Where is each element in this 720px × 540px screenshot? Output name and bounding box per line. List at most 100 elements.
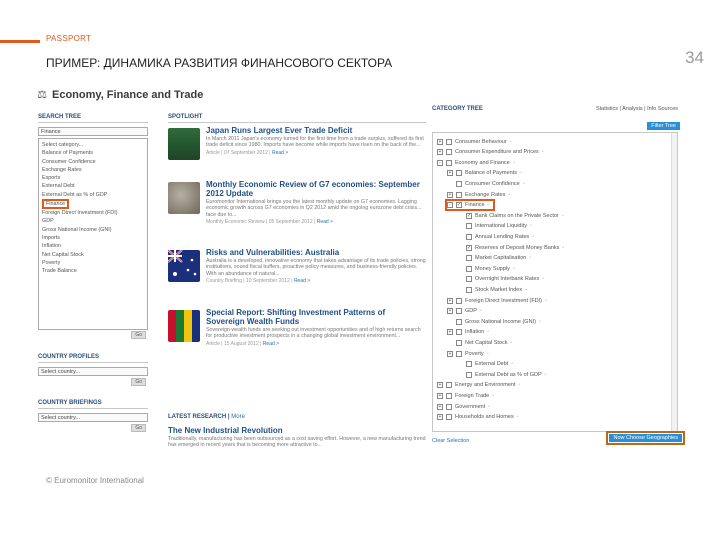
dropdown-option[interactable]: Inflation [42,242,144,250]
expand-icon[interactable]: + [447,350,453,357]
info-icon[interactable]: ▫ [530,223,532,229]
tree-checkbox[interactable] [446,392,452,399]
dropdown-option[interactable]: Consumer Confidence [42,158,144,166]
tree-checkbox[interactable] [466,371,472,378]
tree-checkbox[interactable] [466,276,472,283]
tree-checkbox[interactable] [456,308,462,315]
tree-row[interactable]: + Households and Homes ▫ [437,413,518,422]
search-go-button[interactable]: Go [131,331,146,339]
tree-checkbox[interactable] [456,191,462,198]
dropdown-option[interactable]: Balance of Payments [42,149,144,157]
tree-row[interactable]: International Liquidity ▫ [457,222,532,231]
tree-row[interactable]: Stock Market Index ▫ [457,285,527,294]
read-link[interactable]: Read > [272,150,288,156]
tree-checkbox[interactable] [446,138,452,145]
tree-row[interactable]: ✓ Bank Claims on the Private Sector ▫ [457,211,564,220]
article-title[interactable]: Risks and Vulnerabilities: Australia [206,248,426,257]
info-icon[interactable]: ▫ [513,266,515,272]
article-title[interactable]: Japan Runs Largest Ever Trade Deficit [206,126,426,135]
tree-checkbox[interactable] [466,223,472,230]
info-icon[interactable]: ▫ [480,308,482,314]
info-icon[interactable]: ▫ [513,160,515,166]
expand-icon[interactable]: + [437,403,443,410]
view-links[interactable]: Statistics | Analysis | Info Sources [596,106,678,112]
tree-row[interactable]: + Government ▫ [437,402,490,411]
tree-scrollbar[interactable] [671,133,677,431]
tree-checkbox[interactable] [466,265,472,272]
tree-row[interactable]: External Debt ▫ [457,360,513,369]
dropdown-option[interactable]: Foreign Direct Investment (FDI) [42,209,144,217]
tree-checkbox[interactable] [456,329,462,336]
expand-icon[interactable]: + [447,308,453,315]
info-icon[interactable]: ▫ [519,382,521,388]
search-tree-dropdown[interactable]: Select category... Balance of Payments Con… [38,138,148,330]
info-icon[interactable]: ▫ [488,404,490,410]
dropdown-option[interactable]: Exports [42,174,144,182]
info-icon[interactable]: ▫ [545,298,547,304]
tree-row[interactable]: + GDP ▫ [447,307,482,316]
expand-icon[interactable]: + [437,149,443,156]
collapse-icon[interactable]: - [437,159,443,166]
tree-row[interactable]: + Consumer Behaviour ▫ [437,137,511,146]
tree-checkbox[interactable] [446,159,452,166]
info-icon[interactable]: ▫ [511,361,513,367]
tree-row[interactable]: ✓ Reserves of Deposit Money Banks ▫ [457,243,564,252]
info-icon[interactable]: ▫ [542,149,544,155]
tree-checkbox[interactable] [466,361,472,368]
tree-row[interactable]: + Inflation ▫ [447,328,489,337]
tree-row[interactable]: Net Capital Stock ▫ [447,338,512,347]
tree-row[interactable]: + Consumer Expenditure and Prices ▫ [437,148,544,157]
tree-row[interactable]: External Debt as % of GDP ▫ [457,370,546,379]
country-profiles-select[interactable]: Select country... [38,367,148,376]
dropdown-option[interactable]: GDP [42,217,144,225]
info-icon[interactable]: ▫ [508,192,510,198]
info-icon[interactable]: ▫ [525,287,527,293]
tree-checkbox[interactable] [466,255,472,262]
expand-icon[interactable]: + [437,382,443,389]
search-tree-select[interactable]: Finance [38,127,148,136]
tree-checkbox[interactable] [456,318,462,325]
dropdown-option[interactable]: Imports [42,234,144,242]
article-title[interactable]: Special Report: Shifting Investment Patt… [206,308,426,326]
article-title[interactable]: Monthly Economic Review of G7 economies:… [206,180,426,198]
info-icon[interactable]: ▫ [542,276,544,282]
info-icon[interactable]: ▫ [562,245,564,251]
info-icon[interactable]: ▫ [545,372,547,378]
tree-checkbox[interactable] [466,233,472,240]
expand-icon[interactable]: + [447,170,453,177]
tree-row[interactable]: - Economy and Finance ▫ [437,158,515,167]
tree-row[interactable]: Overnight Interbank Rates ▫ [457,275,544,284]
tree-checkbox[interactable] [456,297,462,304]
info-icon[interactable]: ▫ [523,181,525,187]
spotlight-article[interactable]: Risks and Vulnerabilities: Australia Aus… [167,248,426,302]
tree-checkbox[interactable] [466,286,472,293]
tree-checkbox[interactable] [446,382,452,389]
tree-checkbox[interactable] [456,339,462,346]
tree-checkbox[interactable]: ✓ [466,212,472,219]
info-icon[interactable]: ▫ [532,234,534,240]
info-icon[interactable]: ▫ [492,393,494,399]
tree-checkbox[interactable] [446,403,452,410]
dropdown-option[interactable]: Finance [42,199,70,210]
choose-geographies-button[interactable]: Now Choose Geographies [606,431,685,445]
read-link[interactable]: Read > [294,278,310,284]
tree-checkbox[interactable] [446,149,452,156]
filter-tree-button[interactable]: Filter Tree [647,122,680,130]
more-link[interactable]: More [231,414,245,420]
dropdown-option[interactable]: Net Capital Stock [42,251,144,259]
clear-selection-link[interactable]: Clear Selection [432,438,469,444]
dropdown-option[interactable]: Trade Balance [42,267,144,275]
tree-row[interactable]: + Poverty ▫ [447,349,488,358]
expand-icon[interactable]: + [437,138,443,145]
tree-checkbox[interactable] [456,170,462,177]
tree-row[interactable]: Market Capitalisation ▫ [457,254,531,263]
tree-row[interactable]: + Energy and Environment ▫ [437,381,520,390]
info-icon[interactable]: ▫ [487,329,489,335]
tree-checkbox[interactable]: ✓ [466,244,472,251]
expand-icon[interactable]: + [447,297,453,304]
expand-icon[interactable]: + [437,392,443,399]
dropdown-option[interactable]: External Debt [42,182,144,190]
info-icon[interactable]: ▫ [562,213,564,219]
info-icon[interactable]: ▫ [520,170,522,176]
country-briefings-go-button[interactable]: Go [131,424,146,432]
